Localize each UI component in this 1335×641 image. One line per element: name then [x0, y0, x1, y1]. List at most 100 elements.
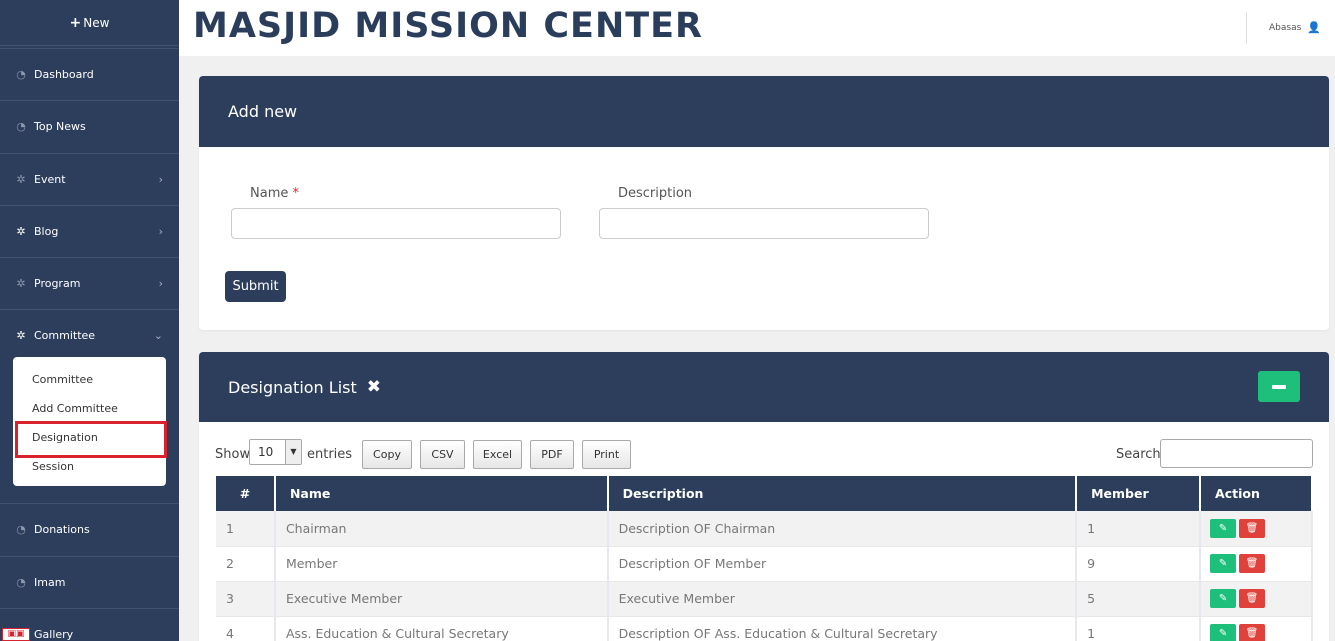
submenu-item-add-committee[interactable]: Add Committee	[32, 402, 118, 415]
show-label: Show	[215, 447, 251, 462]
gear-icon: ✲	[16, 225, 26, 238]
cell-number: 1	[216, 511, 276, 547]
designation-list-header: Designation List ✖	[199, 352, 1329, 422]
sidebar-item-label: Donations	[34, 523, 90, 536]
header-divider	[1246, 12, 1247, 44]
top-header: MASJID MISSION CENTER Abasas 👤	[179, 0, 1335, 56]
edit-icon[interactable]: ✎	[1210, 554, 1237, 573]
cell-member: 5	[1076, 581, 1202, 617]
trash-icon[interactable]: 🗑	[1239, 554, 1266, 573]
sidebar-item-label: Dashboard	[34, 68, 94, 81]
designation-highlight-box	[15, 421, 167, 458]
page-size-select[interactable]: 10 ▼	[249, 439, 302, 465]
sidebar-item-label: Top News	[34, 120, 86, 133]
plus-icon: +	[69, 14, 82, 31]
name-label: Name *	[250, 186, 299, 201]
entries-label: entries	[307, 447, 353, 462]
add-new-card: Add new Name * Description Submit	[199, 76, 1329, 330]
required-mark: *	[292, 186, 300, 201]
dashboard-icon: ◔	[16, 120, 26, 133]
chevron-down-icon: ▼	[285, 440, 301, 464]
gear-icon: ✲	[16, 173, 26, 186]
cell-action: ✎ 🗑	[1200, 616, 1313, 641]
sidebar-item-dashboard[interactable]: ◔ Dashboard	[0, 48, 179, 100]
chevron-right-icon: ›	[158, 277, 163, 290]
table-row: 2 Member Description OF Member 9 ✎ 🗑	[216, 546, 1313, 582]
dashboard-icon: ◔	[16, 68, 26, 81]
search-input[interactable]	[1160, 439, 1313, 468]
sidebar-item-program[interactable]: ✲ Program ›	[0, 257, 179, 309]
column-header-name[interactable]: Name	[274, 476, 609, 511]
copy-button[interactable]: Copy	[362, 440, 412, 469]
trash-icon[interactable]: 🗑	[1239, 589, 1266, 608]
cell-member: 1	[1076, 616, 1202, 641]
search-label: Search:	[1116, 447, 1166, 462]
chevron-right-icon: ›	[158, 225, 163, 238]
card-title: Add new	[228, 102, 298, 121]
new-label: New	[83, 15, 110, 30]
sidebar-item-label: Blog	[34, 225, 59, 238]
designation-table: # Name Description Member Action 1 Chair…	[216, 476, 1313, 641]
sidebar-item-blog[interactable]: ✲ Blog ›	[0, 205, 179, 257]
sidebar-item-label: Imam	[34, 576, 66, 589]
dashboard-icon: ◔	[16, 523, 26, 536]
cell-member: 1	[1076, 511, 1202, 547]
sidebar-item-committee[interactable]: ✲ Committee ⌄	[0, 309, 179, 361]
sidebar-item-label: Event	[34, 173, 66, 186]
edit-icon[interactable]: ✎	[1210, 518, 1237, 538]
sidebar-item-label: Gallery	[34, 628, 74, 641]
column-header-number[interactable]: #	[216, 476, 276, 511]
name-label-text: Name	[250, 186, 289, 201]
cell-name: Chairman	[274, 511, 609, 547]
chevron-right-icon: ›	[158, 173, 163, 186]
cell-description: Description OF Member	[607, 546, 1078, 582]
chevron-down-icon: ⌄	[153, 329, 163, 342]
excel-button[interactable]: Excel	[473, 440, 522, 469]
table-header-row: # Name Description Member Action	[216, 476, 1313, 511]
submenu-item-committee[interactable]: Committee	[32, 373, 93, 386]
submit-button[interactable]: Submit	[225, 271, 286, 302]
card-title: Designation List	[228, 377, 357, 397]
page-size-value: 10	[258, 445, 274, 459]
sidebar-item-event[interactable]: ✲ Event ›	[0, 153, 179, 205]
new-button[interactable]: + New	[0, 0, 179, 46]
table-row: 4 Ass. Education & Cultural Secretary De…	[216, 616, 1313, 641]
collapse-button[interactable]	[1258, 371, 1300, 402]
cell-name: Executive Member	[274, 581, 609, 617]
sidebar-item-label: Committee	[34, 329, 96, 342]
sidebar-item-top-news[interactable]: ◔ Top News	[0, 100, 179, 152]
image-icon: ▣▣	[2, 628, 30, 641]
csv-button[interactable]: CSV	[420, 440, 465, 469]
cell-action: ✎ 🗑	[1200, 581, 1313, 617]
column-header-member[interactable]: Member	[1076, 476, 1202, 511]
column-header-action: Action	[1200, 476, 1313, 511]
sidebar-item-donations[interactable]: ◔ Donations	[0, 503, 179, 555]
column-header-description[interactable]: Description	[607, 476, 1078, 511]
name-field[interactable]	[231, 208, 561, 239]
user-menu[interactable]: Abasas 👤	[1269, 21, 1321, 34]
user-icon: 👤	[1307, 21, 1321, 34]
cell-member: 9	[1076, 546, 1202, 582]
cell-name: Ass. Education & Cultural Secretary	[274, 616, 609, 641]
minus-icon	[1272, 384, 1286, 389]
cell-action: ✎ 🗑	[1200, 546, 1313, 582]
submenu-item-session[interactable]: Session	[32, 460, 74, 473]
cell-number: 3	[216, 581, 276, 617]
print-button[interactable]: Print	[582, 440, 631, 469]
edit-icon[interactable]: ✎	[1210, 624, 1237, 641]
description-field[interactable]	[599, 208, 929, 239]
cell-description: Description OF Ass. Education & Cultural…	[607, 616, 1078, 641]
trash-icon[interactable]: 🗑	[1239, 624, 1266, 641]
tools-icon: ✖	[366, 377, 381, 397]
pdf-button[interactable]: PDF	[530, 440, 574, 469]
sidebar-item-imam[interactable]: ◔ Imam	[0, 556, 179, 608]
user-name: Abasas	[1269, 22, 1302, 33]
description-label: Description	[618, 186, 693, 201]
trash-icon[interactable]: 🗑	[1239, 518, 1266, 538]
gear-icon: ✲	[16, 277, 26, 290]
sidebar: + New ◔ Dashboard ◔ Top News ✲ Event › ✲…	[0, 0, 179, 641]
table-row: 1 Chairman Description OF Chairman 1 ✎ 🗑	[216, 511, 1313, 547]
cell-name: Member	[274, 546, 609, 582]
edit-icon[interactable]: ✎	[1210, 589, 1237, 608]
gear-icon: ✲	[16, 329, 26, 342]
